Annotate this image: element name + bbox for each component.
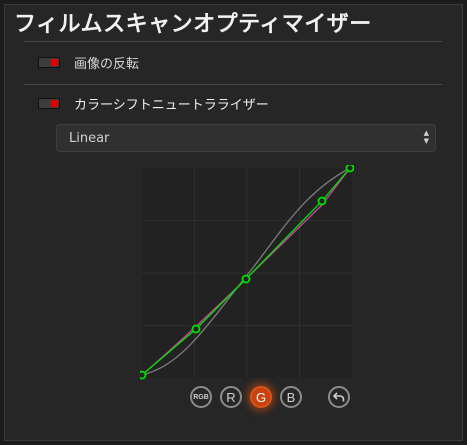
reset-curve-button[interactable] [328, 386, 350, 408]
mode-select-value: Linear [69, 131, 110, 146]
control-point[interactable] [191, 324, 201, 334]
channel-buttons: RGB R G B [0, 386, 467, 412]
undo-arrow-icon [333, 392, 345, 402]
control-point[interactable] [345, 165, 354, 173]
blue-channel-button[interactable]: B [280, 386, 302, 408]
panel-title: フィルムスキャンオプティマイザー [14, 12, 372, 37]
invert-image-label: 画像の反転 [74, 57, 140, 72]
control-point[interactable] [241, 274, 251, 284]
color-shift-row[interactable]: カラーシフトニュートラライザー [38, 94, 269, 113]
mode-select[interactable]: Linear ▲ ▼ [56, 124, 436, 152]
green-channel-button[interactable]: G [250, 386, 272, 408]
title-divider [24, 41, 442, 42]
control-point[interactable] [317, 196, 327, 206]
control-point[interactable] [140, 370, 147, 380]
rgb-channel-button[interactable]: RGB [190, 386, 212, 408]
color-shift-toggle[interactable] [38, 98, 60, 109]
red-channel-button[interactable]: R [220, 386, 242, 408]
color-shift-label: カラーシフトニュートラライザー [74, 98, 269, 113]
toggle-indicator [51, 100, 58, 107]
invert-image-toggle[interactable] [38, 57, 60, 68]
section-divider [24, 84, 442, 85]
curve-editor[interactable] [140, 165, 354, 381]
invert-image-row[interactable]: 画像の反転 [38, 53, 139, 72]
select-arrows-icon: ▲ ▼ [423, 129, 429, 145]
toggle-indicator [51, 59, 58, 66]
